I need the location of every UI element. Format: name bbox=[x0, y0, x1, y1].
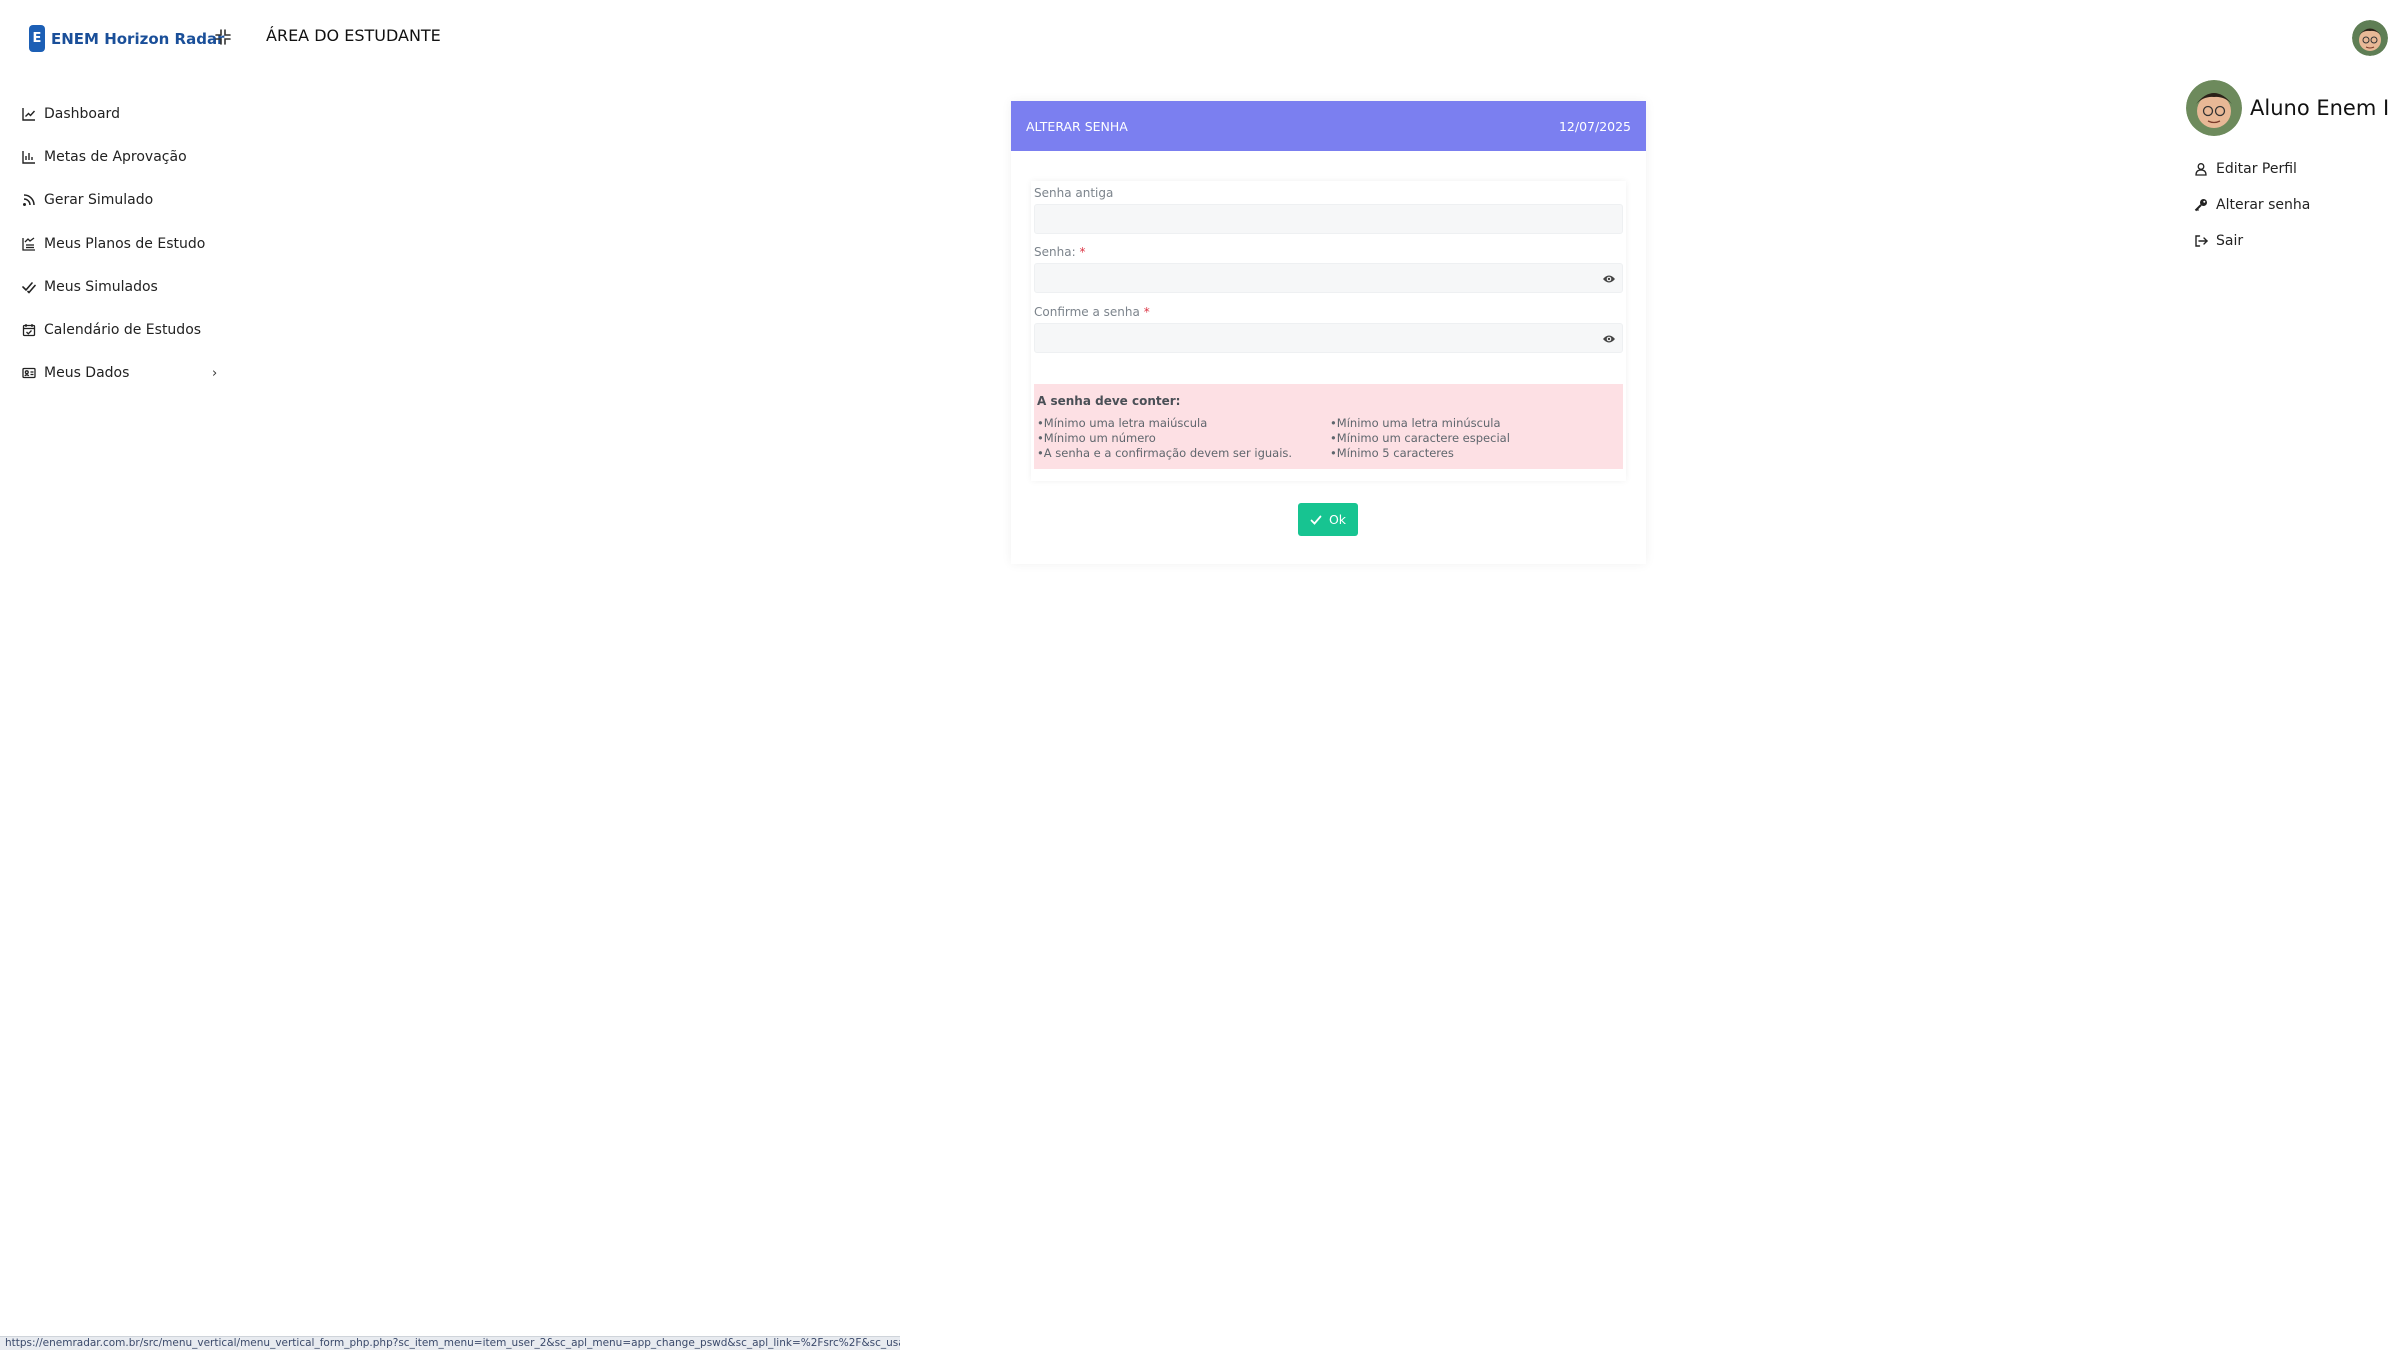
bar-chart-icon bbox=[22, 150, 35, 164]
sidebar-item-planos-estudo[interactable]: Meus Planos de Estudo bbox=[0, 222, 230, 265]
required-mark: * bbox=[1079, 245, 1086, 259]
sidebar-item-metas[interactable]: Metas de Aprovação bbox=[0, 135, 230, 178]
brand-name: ENEM Horizon Radar bbox=[51, 29, 225, 48]
profile-avatar bbox=[2186, 80, 2242, 136]
sidebar-item-label: Dashboard bbox=[44, 105, 120, 122]
change-password-label: Alterar senha bbox=[2216, 197, 2311, 213]
brand-logo: E bbox=[29, 25, 45, 52]
edit-profile-link[interactable]: Editar Perfil bbox=[2194, 161, 2297, 177]
change-password-card: ALTERAR SENHA 12/07/2025 Senha antiga Se… bbox=[1011, 101, 1646, 564]
profile-name: Aluno Enem I bbox=[2250, 96, 2390, 120]
old-password-label: Senha antiga bbox=[1034, 186, 1114, 200]
sidebar-item-meus-dados[interactable]: Meus Dados › bbox=[0, 352, 230, 395]
rules-title: A senha deve conter: bbox=[1037, 394, 1181, 408]
card-header: ALTERAR SENHA 12/07/2025 bbox=[1011, 101, 1646, 151]
sidebar-item-label: Meus Planos de Estudo bbox=[44, 235, 206, 252]
required-mark: * bbox=[1143, 305, 1150, 319]
top-header: E ENEM Horizon Radar ÁREA DO ESTUDANTE bbox=[0, 0, 2400, 75]
id-card-icon bbox=[22, 368, 36, 379]
sidebar-item-meus-simulados[interactable]: Meus Simulados bbox=[0, 265, 230, 308]
chart-list-icon bbox=[22, 237, 35, 251]
rule-item: •Mínimo uma letra maiúscula bbox=[1037, 416, 1208, 430]
logout-label: Sair bbox=[2216, 233, 2244, 249]
calendar-check-icon bbox=[22, 324, 36, 337]
rule-item: •A senha e a confirmação devem ser iguai… bbox=[1037, 446, 1293, 460]
password-rules-box: A senha deve conter: •Mínimo uma letra m… bbox=[1034, 384, 1623, 469]
card-title: ALTERAR SENHA bbox=[1026, 118, 1128, 134]
password-label-text: Senha: bbox=[1034, 245, 1076, 259]
sidebar-item-label: Gerar Simulado bbox=[44, 192, 154, 209]
sidebar-item-label: Calendário de Estudos bbox=[44, 322, 202, 339]
check-double-icon bbox=[22, 282, 36, 294]
rule-item: •Mínimo 5 caracteres bbox=[1330, 446, 1454, 460]
old-password-input[interactable] bbox=[1034, 204, 1623, 234]
sidebar-item-label: Meus Simulados bbox=[44, 278, 158, 295]
ok-button[interactable]: Ok bbox=[1298, 503, 1358, 536]
confirm-label-text: Confirme a senha bbox=[1034, 305, 1140, 319]
confirm-password-label: Confirme a senha * bbox=[1034, 305, 1150, 319]
sidebar-item-label: Meus Dados bbox=[44, 365, 130, 382]
edit-profile-label: Editar Perfil bbox=[2216, 161, 2297, 177]
sign-out-icon bbox=[2195, 235, 2208, 247]
sidebar-item-dashboard[interactable]: Dashboard bbox=[0, 92, 230, 135]
eye-icon[interactable] bbox=[1602, 332, 1616, 346]
user-avatar[interactable] bbox=[2352, 20, 2388, 56]
chevron-right-icon: › bbox=[212, 365, 218, 381]
rule-item: •Mínimo um número bbox=[1037, 431, 1156, 445]
brand[interactable]: E ENEM Horizon Radar bbox=[29, 25, 224, 52]
collapse-sidebar-icon[interactable] bbox=[214, 28, 232, 46]
logout-link[interactable]: Sair bbox=[2194, 233, 2243, 249]
sidebar-item-calendario[interactable]: Calendário de Estudos bbox=[0, 308, 230, 351]
ok-label: Ok bbox=[1328, 512, 1347, 527]
change-password-link[interactable]: Alterar senha bbox=[2194, 197, 2310, 213]
password-form: Senha antiga Senha: * Confirme a senha *… bbox=[1031, 181, 1626, 481]
key-icon bbox=[2194, 199, 2207, 212]
sidebar: Dashboard Metas de Aprovação Gerar Simul… bbox=[0, 92, 230, 395]
password-label: Senha: * bbox=[1034, 245, 1085, 259]
password-input[interactable] bbox=[1034, 263, 1623, 293]
user-icon bbox=[2195, 163, 2207, 176]
confirm-password-input[interactable] bbox=[1034, 323, 1623, 353]
rule-item: •Mínimo um caractere especial bbox=[1330, 431, 1510, 445]
line-chart-icon bbox=[22, 107, 36, 121]
sidebar-item-gerar-simulado[interactable]: Gerar Simulado bbox=[0, 179, 230, 222]
check-icon bbox=[1310, 515, 1322, 525]
card-date: 12/07/2025 bbox=[1558, 118, 1631, 134]
sidebar-item-label: Metas de Aprovação bbox=[44, 148, 187, 165]
status-bar-url: https://enemradar.com.br/src/menu_vertic… bbox=[0, 1336, 900, 1350]
page-title: ÁREA DO ESTUDANTE bbox=[266, 26, 441, 45]
rss-icon bbox=[23, 194, 35, 207]
eye-icon[interactable] bbox=[1602, 272, 1616, 286]
rule-item: •Mínimo uma letra minúscula bbox=[1330, 416, 1501, 430]
